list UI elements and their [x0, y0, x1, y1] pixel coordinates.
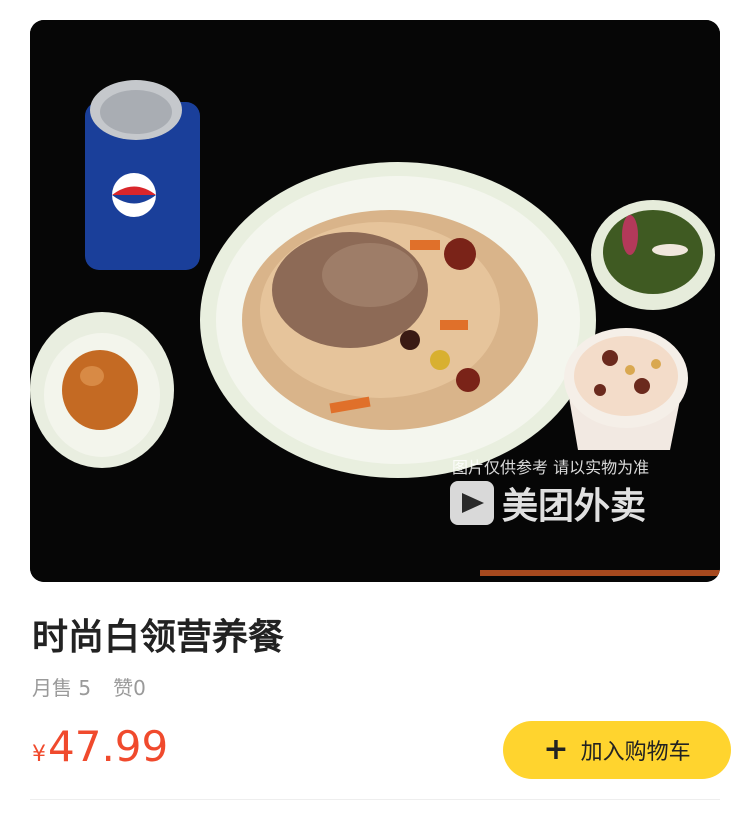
image-disclaimer: 图片仅供参考 请以实物为准 [452, 458, 650, 477]
price-value: 47.99 [48, 722, 169, 771]
add-to-cart-button[interactable]: + 加入购物车 [503, 721, 731, 779]
add-to-cart-label: 加入购物车 [580, 740, 691, 765]
product-image[interactable]: 图片仅供参考 请以实物为准 美团外卖 [30, 20, 720, 582]
currency-symbol: ¥ [32, 742, 46, 767]
image-brand-watermark: 美团外卖 [450, 480, 647, 527]
product-price: ¥ 47.99 [32, 722, 168, 771]
product-stats: 月售 5 赞0 [32, 672, 146, 701]
product-title: 时尚白领营养餐 [32, 617, 285, 658]
brand-name: 美团外卖 [502, 486, 647, 527]
meituan-logo-icon [450, 481, 494, 525]
divider [30, 799, 720, 800]
plus-icon: + [543, 732, 569, 767]
likes-count: 赞0 [113, 676, 146, 700]
monthly-sales: 月售 5 [32, 676, 92, 700]
